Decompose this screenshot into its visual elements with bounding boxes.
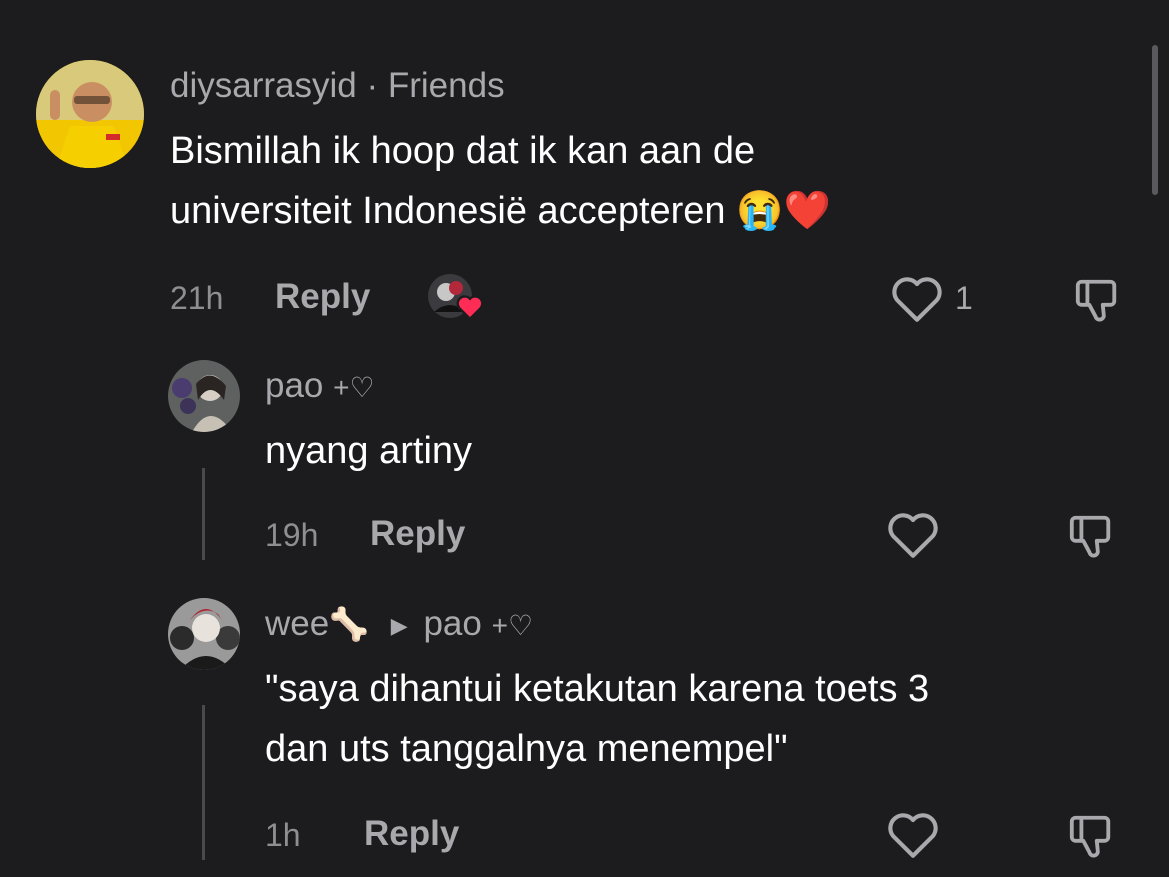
- timestamp: 1h: [265, 817, 301, 853]
- comment-author-line: wee🦴 ▶ pao +♡: [265, 604, 533, 644]
- heart-outline-icon: [888, 513, 938, 558]
- thread-line: [202, 705, 205, 860]
- thumbs-down-icon: [1069, 515, 1111, 558]
- author-badge: +♡: [491, 610, 534, 641]
- bone-emoji-icon: 🦴: [329, 606, 370, 642]
- dislike-button[interactable]: [1066, 812, 1116, 860]
- comment-author-line: diysarrasyid · Friends: [170, 66, 505, 106]
- comment-text-line: "saya dihantui ketakutan karena toets 3: [265, 668, 930, 710]
- author-name[interactable]: wee: [265, 604, 329, 643]
- comment-text: "saya dihantui ketakutan karena toets 3 …: [265, 659, 1145, 779]
- thumbs-down-icon: [1075, 279, 1117, 322]
- separator-dot: ·: [366, 66, 379, 105]
- comment-text-line: universiteit Indonesië accepteren 😭❤️: [170, 190, 831, 232]
- red-heart-emoji-icon: ❤️: [783, 190, 831, 232]
- comment-text-line: Bismillah ik hoop dat ik kan aan de: [170, 130, 756, 172]
- scrollbar[interactable]: [1152, 45, 1158, 195]
- avatar[interactable]: [168, 360, 240, 432]
- friends-tag: Friends: [387, 66, 505, 105]
- thread-line: [202, 468, 205, 560]
- timestamp: 21h: [170, 280, 224, 316]
- heart-outline-icon: [892, 277, 942, 322]
- reply-button[interactable]: Reply: [275, 277, 370, 317]
- comment-text: nyang artiny: [265, 430, 473, 472]
- heart-outline-icon: [888, 813, 938, 858]
- reply-button[interactable]: Reply: [370, 514, 465, 554]
- thumbs-down-icon: [1069, 815, 1111, 858]
- like-button[interactable]: [886, 812, 940, 860]
- author-name[interactable]: pao: [265, 366, 323, 405]
- like-heart-icon: [456, 295, 484, 320]
- reply-to-name[interactable]: pao: [423, 604, 481, 643]
- avatar[interactable]: [168, 598, 240, 670]
- comment-text: Bismillah ik hoop dat ik kan aan de univ…: [170, 121, 1130, 241]
- dislike-button[interactable]: [1066, 512, 1116, 560]
- like-button[interactable]: [890, 276, 944, 324]
- reply-arrow-icon: ▶: [390, 612, 408, 638]
- dislike-button[interactable]: [1072, 276, 1122, 324]
- crying-emoji-icon: 😭: [736, 190, 784, 232]
- timestamp: 19h: [265, 517, 319, 553]
- comment-author-line: pao +♡: [265, 366, 375, 406]
- comment-text-line: dan uts tanggalnya menempel": [265, 728, 788, 770]
- creator-liked-badge: [426, 272, 486, 324]
- reply-button[interactable]: Reply: [364, 814, 459, 854]
- avatar[interactable]: [36, 60, 144, 168]
- like-count: 1: [955, 280, 973, 316]
- like-button[interactable]: [886, 512, 940, 560]
- author-badge: +♡: [333, 372, 375, 403]
- author-name[interactable]: diysarrasyid: [170, 66, 357, 105]
